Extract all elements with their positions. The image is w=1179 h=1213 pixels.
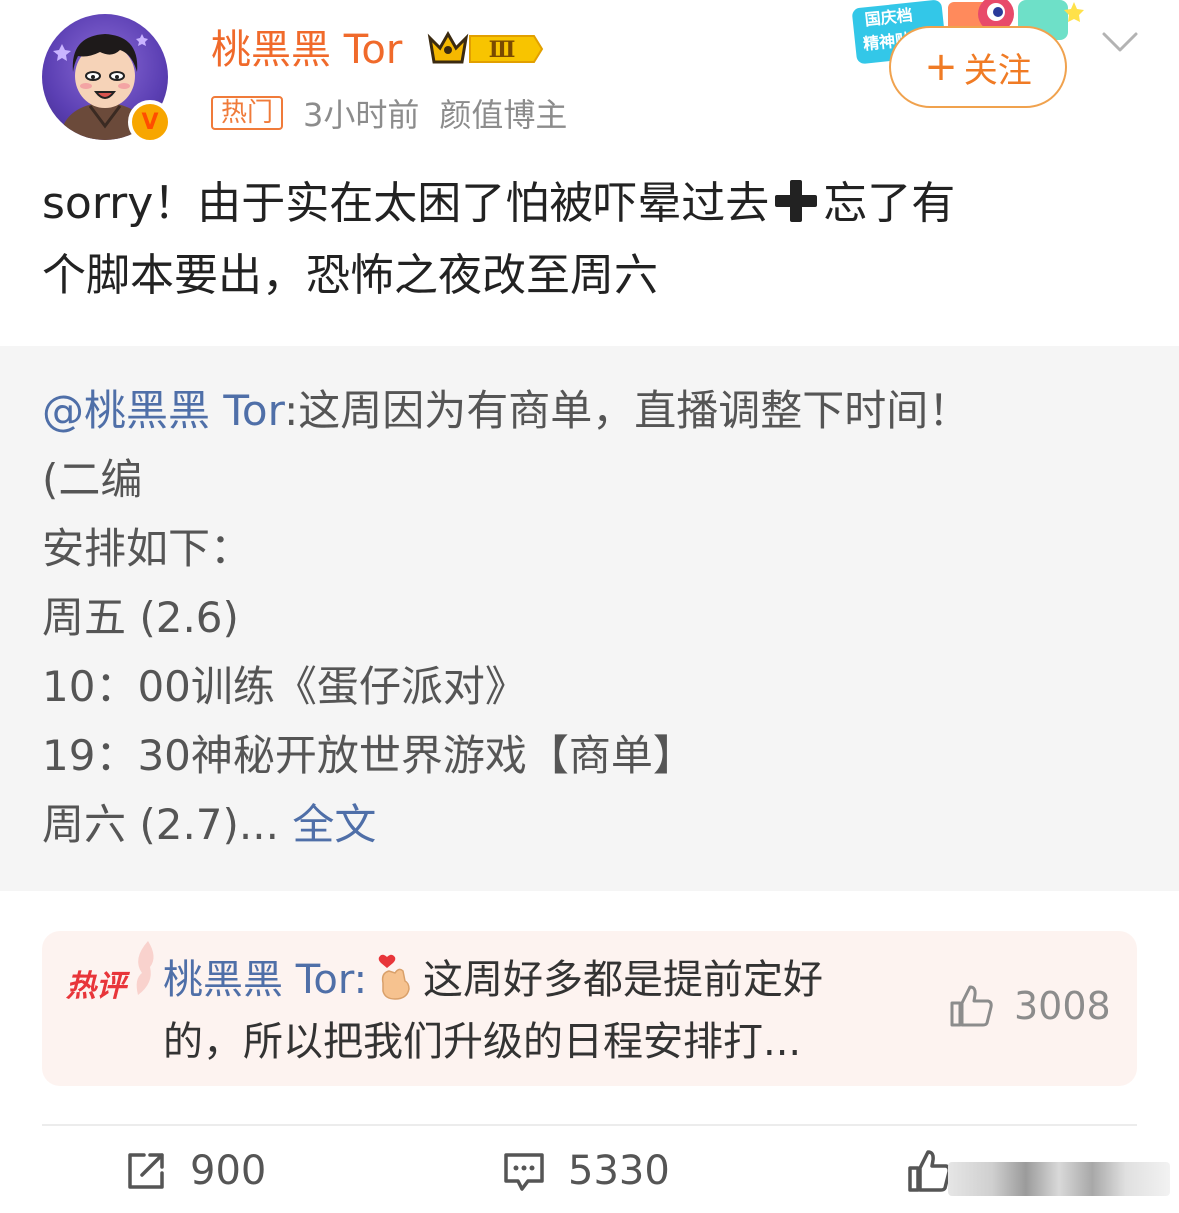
repost-body: @桃黑黑 Tor:这周因为有商单，直播调整下时间！ (二编 安排如下： 周五 (… bbox=[42, 376, 1142, 859]
user-title: 颜值博主 bbox=[439, 96, 568, 134]
vip-crown-icon: Ⅲ bbox=[427, 30, 544, 64]
divider bbox=[42, 1124, 1137, 1126]
hot-comment[interactable]: 热评 桃黑黑 Tor: 这周好多都是提前定好 的，所以把我们升级的日程安排打..… bbox=[42, 931, 1137, 1086]
post-line1-after: 忘了有 bbox=[823, 178, 956, 229]
comment-icon bbox=[504, 1153, 544, 1191]
hot-tag: 热门 bbox=[211, 96, 284, 130]
follow-button[interactable]: + 关注 bbox=[889, 26, 1067, 108]
vip-level-text: Ⅲ bbox=[489, 37, 516, 63]
like-button[interactable] bbox=[906, 1148, 952, 1194]
comment-like-button[interactable]: 3008 bbox=[948, 983, 1111, 1029]
hot-comment-text: 桃黑黑 Tor: 这周好多都是提前定好 的，所以把我们升级的日程安排打... bbox=[163, 949, 923, 1073]
hot-comment-label: 热评 bbox=[66, 969, 126, 1004]
comment-like-count: 3008 bbox=[1014, 984, 1111, 1028]
thumbs-up-icon bbox=[908, 1150, 951, 1192]
post-time: 3小时前 bbox=[303, 96, 420, 134]
like-count-obscured bbox=[948, 1162, 1170, 1196]
follow-label: 关注 bbox=[963, 50, 1032, 91]
post-line1-before: sorry！由于实在太困了怕被吓晕过去 bbox=[42, 178, 770, 229]
repost-button[interactable]: 900 bbox=[124, 1148, 266, 1194]
comment-text-part2: 的，所以把我们升级的日程安排打... bbox=[163, 1019, 802, 1065]
fulltext-link[interactable]: 全文 bbox=[292, 800, 376, 849]
post-header: V 桃黑黑 Tor Ⅲ 热门 3小时前 颜值博主 国庆档 精神贴 + 关注 bbox=[0, 0, 1179, 150]
verified-badge-icon: V bbox=[128, 100, 172, 144]
repost-line5: 10：00训练《蛋仔派对》 bbox=[42, 662, 527, 711]
repost-line2: (二编 bbox=[42, 455, 143, 504]
username[interactable]: 桃黑黑 Tor bbox=[211, 24, 402, 76]
heavy-plus-icon bbox=[775, 180, 818, 222]
repost-line4: 周五 (2.6) bbox=[42, 593, 239, 642]
chevron-down-icon[interactable] bbox=[1100, 28, 1140, 56]
repost-count: 900 bbox=[190, 1148, 267, 1194]
repost-mention[interactable]: @桃黑黑 Tor bbox=[42, 386, 284, 435]
finger-heart-emoji-icon bbox=[378, 954, 410, 1000]
repost-line3: 安排如下： bbox=[42, 524, 253, 573]
repost-card[interactable]: @桃黑黑 Tor:这周因为有商单，直播调整下时间！ (二编 安排如下： 周五 (… bbox=[0, 346, 1179, 891]
repost-line6: 19：30神秘开放世界游戏【商单】 bbox=[42, 731, 695, 780]
comment-text-part1: 这周好多都是提前定好 bbox=[423, 957, 824, 1003]
post-meta: 热门 3小时前 颜值博主 bbox=[211, 94, 567, 134]
flame-deco-icon bbox=[136, 941, 154, 995]
repost-line7: 周六 (2.7)... bbox=[42, 800, 279, 849]
action-bar: 900 5330 bbox=[0, 1140, 1179, 1213]
thumbs-up-icon bbox=[950, 985, 993, 1027]
share-icon bbox=[128, 1153, 164, 1189]
repost-line1: :这周因为有商单，直播调整下时间！ bbox=[284, 386, 971, 435]
comment-button[interactable]: 5330 bbox=[502, 1148, 670, 1194]
plus-icon: + bbox=[924, 44, 958, 90]
post-text: sorry！由于实在太困了怕被吓晕过去 忘了有 个脚本要出，恐怖之夜改至周六 bbox=[42, 168, 1142, 312]
comment-count: 5330 bbox=[568, 1148, 670, 1194]
comment-author[interactable]: 桃黑黑 Tor: bbox=[163, 957, 367, 1003]
post-line2: 个脚本要出，恐怖之夜改至周六 bbox=[42, 250, 658, 301]
